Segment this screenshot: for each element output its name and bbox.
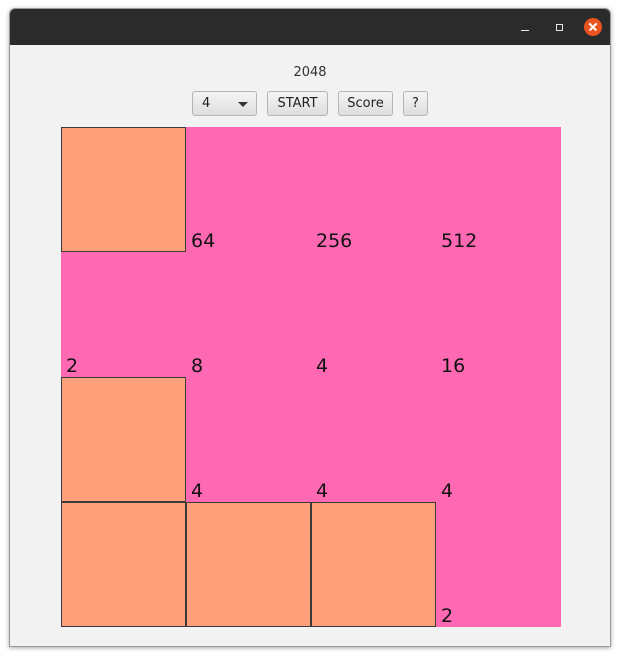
- tile-value: 2: [66, 355, 79, 377]
- tile-value: 64: [191, 230, 216, 252]
- close-icon[interactable]: [583, 17, 603, 37]
- app-window: 2048 4 START Score ? 64 256 512 2 8 4 16 4 4 4 2: [9, 8, 611, 647]
- tile-value: 4: [316, 355, 329, 377]
- minimize-icon[interactable]: [515, 17, 535, 37]
- number-tile: 4: [186, 377, 311, 502]
- number-tile: 4: [311, 377, 436, 502]
- number-tile: 64: [186, 127, 311, 252]
- tile-value: 4: [441, 480, 454, 502]
- empty-tile: [61, 502, 186, 627]
- tile-value: 4: [191, 480, 204, 502]
- empty-tile: [186, 502, 311, 627]
- number-tile: 4: [311, 252, 436, 377]
- empty-tile: [61, 127, 186, 252]
- help-button[interactable]: ?: [403, 91, 428, 116]
- chevron-down-icon: [238, 102, 248, 107]
- number-tile: 8: [186, 252, 311, 377]
- board-size-value: 4: [202, 96, 211, 111]
- number-tile: 2: [61, 252, 186, 377]
- number-tile: 512: [436, 127, 561, 252]
- app-title: 2048: [293, 65, 327, 80]
- number-tile: 16: [436, 252, 561, 377]
- tile-value: 512: [441, 230, 478, 252]
- game-board[interactable]: 64 256 512 2 8 4 16 4 4 4 2: [61, 127, 561, 627]
- title-bar: [10, 9, 610, 45]
- number-tile: 4: [436, 377, 561, 502]
- tile-value: 256: [316, 230, 353, 252]
- toolbar: 4 START Score ?: [10, 91, 610, 116]
- empty-tile: [61, 377, 186, 502]
- tile-value: 4: [316, 480, 329, 502]
- score-button[interactable]: Score: [338, 91, 393, 116]
- maximize-icon[interactable]: [549, 17, 569, 37]
- tile-value: 16: [441, 355, 466, 377]
- number-tile: 256: [311, 127, 436, 252]
- start-button[interactable]: START: [267, 91, 328, 116]
- tile-value: 2: [441, 605, 454, 627]
- empty-tile: [311, 502, 436, 627]
- tile-value: 8: [191, 355, 204, 377]
- board-size-select[interactable]: 4: [192, 91, 257, 116]
- number-tile: 2: [436, 502, 561, 627]
